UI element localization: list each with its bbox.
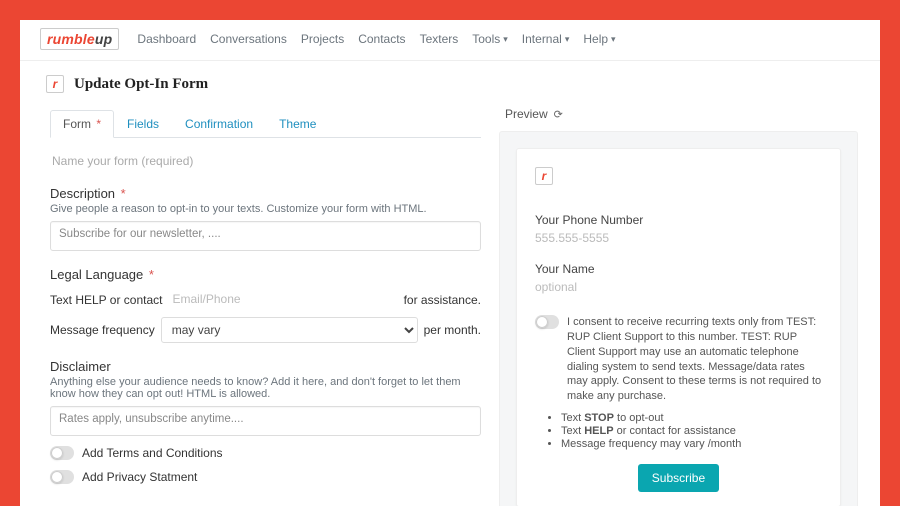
tab-fields[interactable]: Fields <box>114 110 172 138</box>
brand-left: rumble <box>47 31 95 47</box>
subscribe-button[interactable]: Subscribe <box>638 464 719 492</box>
description-textarea[interactable]: Subscribe for our newsletter, .... <box>50 221 481 251</box>
legal-freq-row: Message frequency may vary per month. <box>50 317 481 343</box>
tab-confirmation[interactable]: Confirmation <box>172 110 266 138</box>
preview-phone-label: Your Phone Number <box>535 213 822 227</box>
required-marker: * <box>117 186 126 201</box>
toggle-privacy-label: Add Privacy Statment <box>82 470 197 484</box>
preview-consent-toggle[interactable] <box>535 315 559 329</box>
brand-logo[interactable]: rumbleup <box>40 28 119 50</box>
preview-name-label: Your Name <box>535 262 822 276</box>
nav-tools[interactable]: Tools▾ <box>472 32 508 46</box>
chevron-down-icon: ▾ <box>611 34 616 45</box>
description-hint: Give people a reason to opt-in to your t… <box>50 203 481 215</box>
preview-pane: Preview ⟳ r Your Phone Number Your Name … <box>499 99 858 506</box>
legal-label-text: Legal Language <box>50 267 143 282</box>
toggle-privacy-row: Add Privacy Statment <box>50 470 481 484</box>
nav-contacts[interactable]: Contacts <box>358 32 405 46</box>
preview-phone-input[interactable] <box>535 227 822 252</box>
preview-panel: r Your Phone Number Your Name I consent … <box>499 131 858 506</box>
legal-label: Legal Language * <box>50 267 481 282</box>
form-body: Description * Give people a reason to op… <box>42 138 489 494</box>
nav-projects[interactable]: Projects <box>301 32 344 46</box>
preview-consent-row: I consent to receive recurring texts onl… <box>535 315 822 404</box>
tab-label: Fields <box>127 117 159 131</box>
required-marker: * <box>93 117 101 131</box>
required-marker: * <box>145 267 154 282</box>
nav-links: Dashboard Conversations Projects Contacts Te… <box>137 32 615 46</box>
chevron-down-icon: ▾ <box>503 34 508 45</box>
chevron-down-icon: ▾ <box>565 34 570 45</box>
disclaimer-hint: Anything else your audience needs to kno… <box>50 376 481 400</box>
legal-contact-input[interactable] <box>169 290 289 309</box>
page-header: r Update Opt-In Form <box>20 61 880 99</box>
editor-tabs: Form * Fields Confirmation Theme <box>50 109 481 138</box>
brand-right: up <box>95 31 113 47</box>
top-nav: rumbleup Dashboard Conversations Projects C… <box>20 20 880 61</box>
preview-header: Preview ⟳ <box>499 99 858 127</box>
editor-pane: Form * Fields Confirmation Theme Descriptio… <box>42 99 499 506</box>
preview-bullet: Text HELP or contact for assistance <box>561 425 822 437</box>
tab-theme[interactable]: Theme <box>266 110 329 138</box>
toggle-terms-row: Add Terms and Conditions <box>50 446 481 460</box>
brand-mini-icon: r <box>46 75 64 93</box>
refresh-icon[interactable]: ⟳ <box>554 108 563 121</box>
preview-name-input[interactable] <box>535 276 822 301</box>
preview-brand-icon: r <box>535 167 553 185</box>
app-window: rumbleup Dashboard Conversations Projects C… <box>20 20 880 506</box>
description-label: Description * <box>50 186 481 201</box>
legal-help-row: Text HELP or contact for assistance. <box>50 290 481 309</box>
toggle-terms-label: Add Terms and Conditions <box>82 446 223 460</box>
nav-dashboard[interactable]: Dashboard <box>137 32 196 46</box>
preview-bullet: Text STOP to opt-out <box>561 412 822 424</box>
preview-card: r Your Phone Number Your Name I consent … <box>516 148 841 506</box>
preview-header-text: Preview <box>505 107 548 121</box>
preview-consent-text: I consent to receive recurring texts onl… <box>567 315 822 404</box>
legal-help-prefix: Text HELP or contact <box>50 293 163 307</box>
tab-label: Confirmation <box>185 117 253 131</box>
form-name-input[interactable] <box>50 148 481 174</box>
tab-label: Theme <box>279 117 316 131</box>
nav-texters[interactable]: Texters <box>420 32 459 46</box>
tab-form[interactable]: Form * <box>50 110 114 138</box>
nav-help[interactable]: Help▾ <box>583 32 615 46</box>
preview-bullet: Message frequency may vary /month <box>561 438 822 450</box>
toggle-terms[interactable] <box>50 446 74 460</box>
description-label-text: Description <box>50 186 115 201</box>
nav-conversations[interactable]: Conversations <box>210 32 287 46</box>
toggle-privacy[interactable] <box>50 470 74 484</box>
nav-internal[interactable]: Internal▾ <box>522 32 570 46</box>
legal-freq-suffix: per month. <box>424 323 481 337</box>
disclaimer-textarea[interactable]: Rates apply, unsubscribe anytime.... <box>50 406 481 436</box>
preview-bullets: Text STOP to opt-outText HELP or contact… <box>561 412 822 450</box>
legal-help-suffix: for assistance. <box>404 293 481 307</box>
disclaimer-label: Disclaimer <box>50 359 481 374</box>
tab-label: Form <box>63 117 91 131</box>
page-title: Update Opt-In Form <box>74 76 208 93</box>
legal-freq-select[interactable]: may vary <box>161 317 418 343</box>
legal-freq-label: Message frequency <box>50 323 155 337</box>
